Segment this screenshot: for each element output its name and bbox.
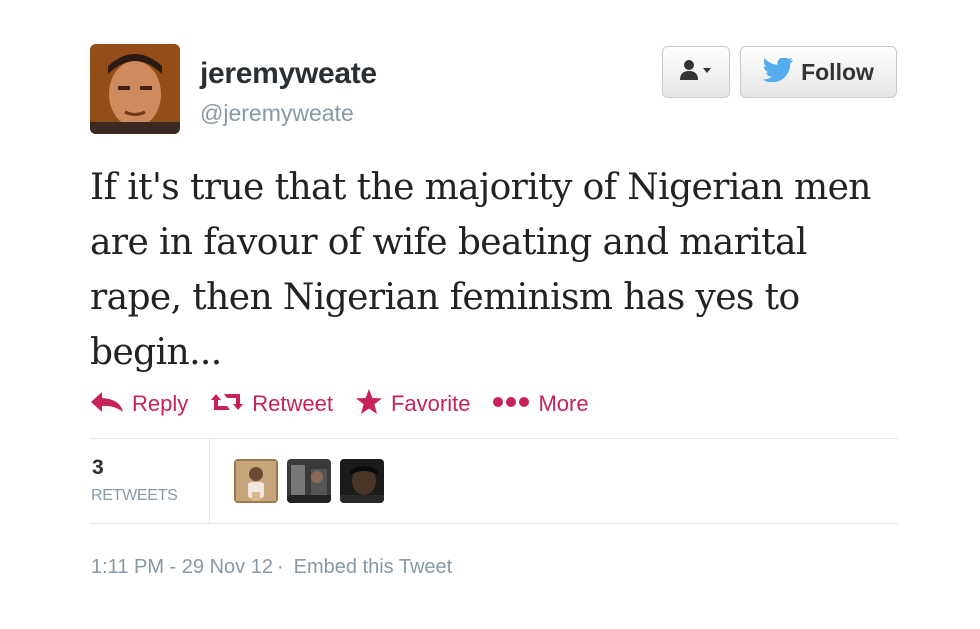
user-handle[interactable]: @jeremyweate bbox=[200, 100, 354, 127]
reply-label: Reply bbox=[132, 391, 189, 416]
retweeter-avatar[interactable] bbox=[340, 459, 384, 503]
more-button[interactable]: More bbox=[492, 391, 589, 417]
reply-icon bbox=[90, 391, 132, 418]
retweeter-avatars bbox=[234, 459, 384, 503]
more-dots-icon bbox=[492, 395, 538, 413]
retweet-count-label: RETWEETS bbox=[91, 487, 178, 504]
twitter-bird-icon bbox=[762, 56, 794, 87]
follow-button[interactable]: Follow bbox=[740, 46, 897, 98]
divider-vertical bbox=[209, 439, 210, 523]
tweet-text: If it's true that the majority of Nigeri… bbox=[90, 167, 871, 373]
divider-top bbox=[90, 438, 898, 439]
retweet-label: Retweet bbox=[252, 391, 333, 416]
retweet-icon bbox=[210, 391, 252, 418]
person-dropdown-icon bbox=[678, 58, 714, 87]
embed-tweet-link[interactable]: Embed this Tweet bbox=[294, 556, 453, 579]
star-icon bbox=[355, 388, 391, 420]
retweeter-avatar[interactable] bbox=[287, 459, 331, 503]
reply-button[interactable]: Reply bbox=[90, 391, 188, 418]
user-actions-button[interactable] bbox=[662, 46, 730, 98]
display-name[interactable]: jeremyweate bbox=[200, 57, 377, 91]
favorite-label: Favorite bbox=[390, 391, 471, 416]
tweet-actions: Reply Retweet Favorite More bbox=[90, 386, 611, 422]
user-avatar[interactable] bbox=[90, 44, 180, 134]
retweet-count[interactable]: 3 bbox=[92, 456, 104, 480]
tweet-card: jeremyweate @jeremyweate Follow If it's … bbox=[0, 0, 980, 629]
more-label: More bbox=[538, 391, 589, 416]
retweeter-avatar[interactable] bbox=[234, 459, 278, 503]
divider-bottom bbox=[90, 523, 898, 524]
tweet-meta: 1:11 PM - 29 Nov 12 · Embed this Tweet bbox=[91, 556, 452, 579]
follow-label: Follow bbox=[801, 58, 874, 85]
retweet-button[interactable]: Retweet bbox=[210, 391, 333, 418]
favorite-button[interactable]: Favorite bbox=[355, 388, 471, 420]
meta-separator: · bbox=[276, 556, 284, 578]
tweet-timestamp[interactable]: 1:11 PM - 29 Nov 12 bbox=[91, 556, 273, 579]
